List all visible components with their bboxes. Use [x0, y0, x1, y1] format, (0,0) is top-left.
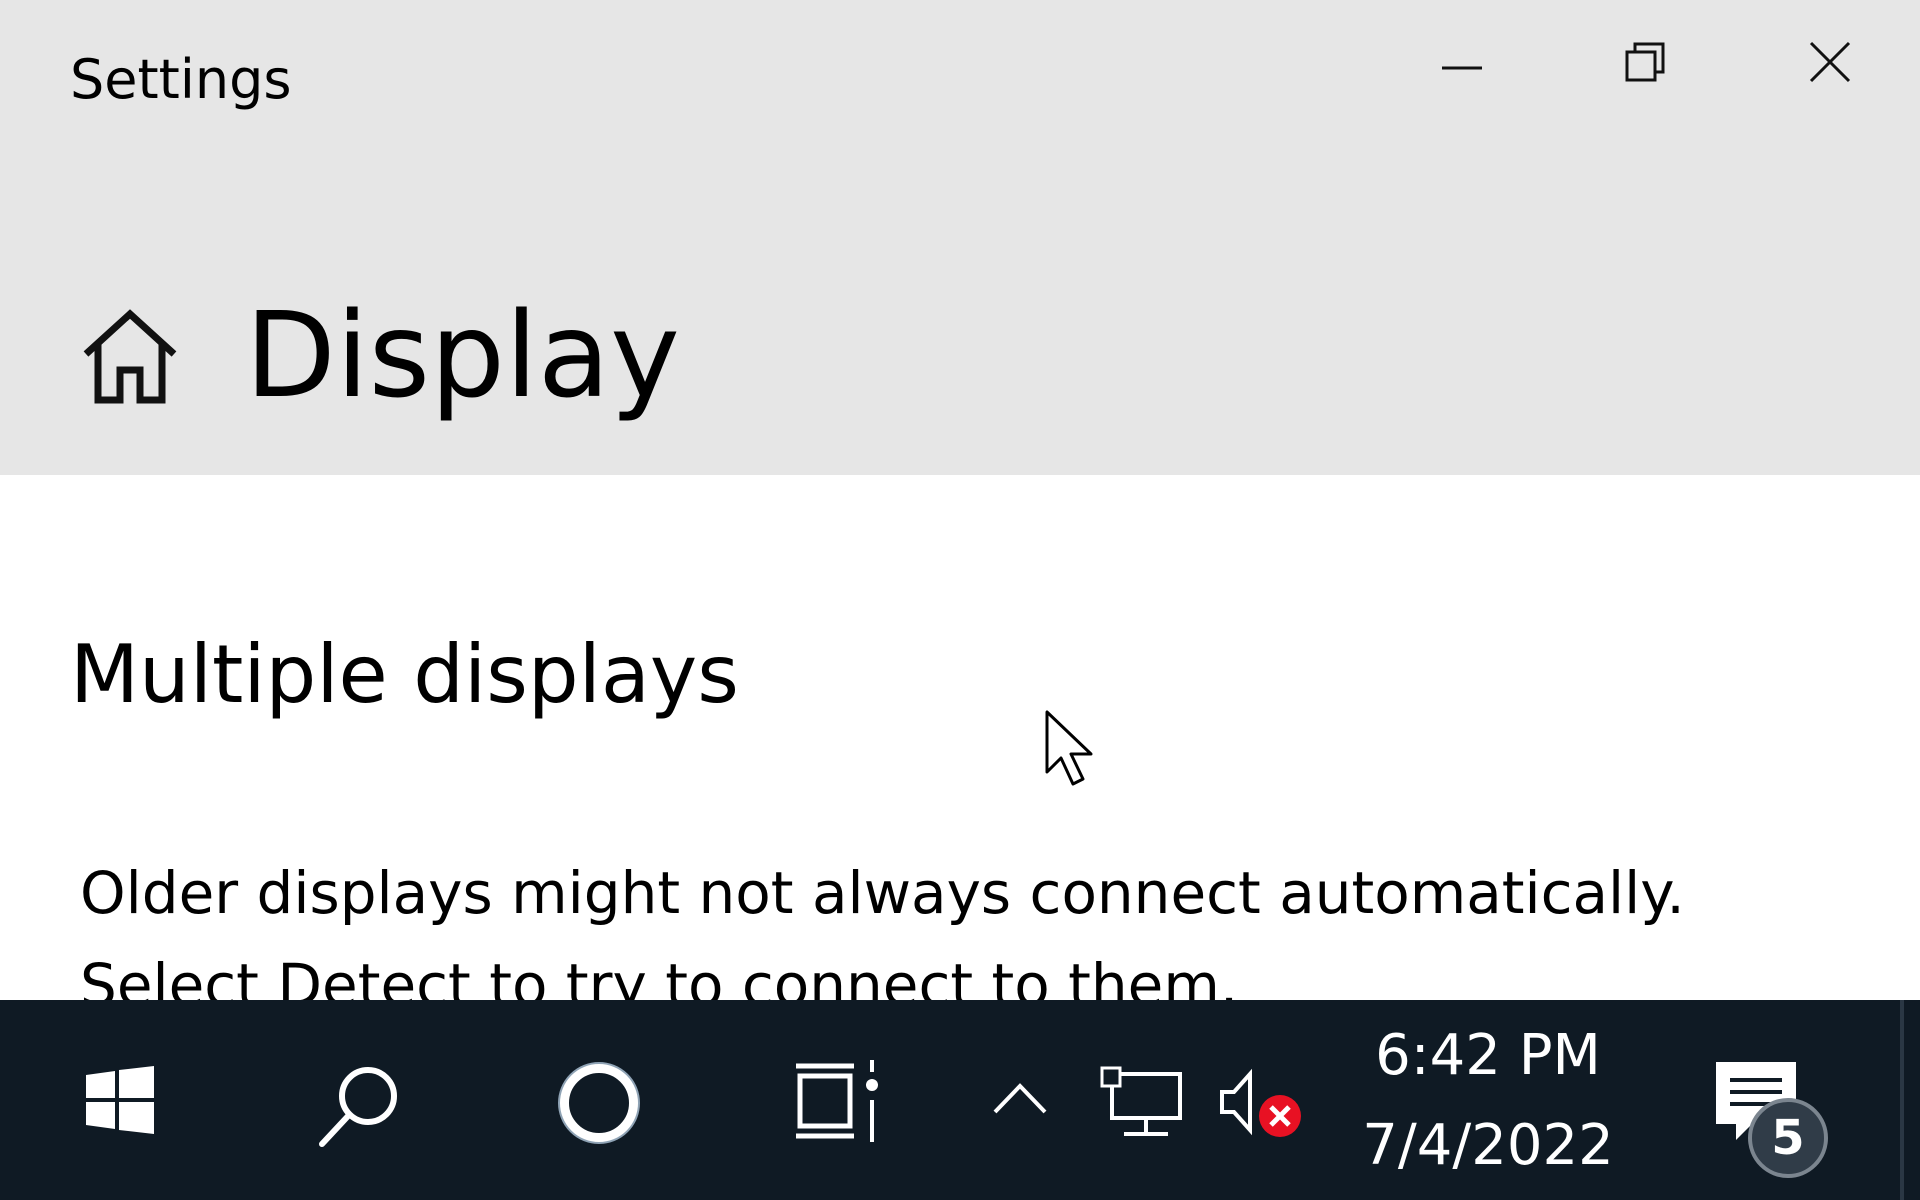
clock-time[interactable]: 6:42 PM [1340, 1022, 1636, 1090]
show-desktop-divider[interactable] [1900, 1000, 1904, 1200]
restore-button[interactable] [1583, 30, 1703, 90]
mouse-cursor-icon [1045, 710, 1093, 786]
page-header: Display [0, 180, 1920, 475]
cortana-icon[interactable] [556, 1060, 642, 1146]
minimize-icon [1442, 66, 1482, 70]
section-description: Older displays might not always connect … [80, 859, 1685, 1000]
task-view-icon[interactable] [796, 1060, 882, 1142]
section-heading: Multiple displays [70, 628, 739, 721]
home-icon[interactable] [80, 308, 180, 408]
close-icon [1809, 41, 1851, 83]
chevron-up-icon[interactable] [992, 1080, 1048, 1116]
content-pane: Multiple displays Older displays might n… [0, 475, 1920, 1000]
network-icon[interactable] [1100, 1066, 1184, 1138]
search-icon[interactable] [316, 1060, 406, 1150]
title-bar: Settings [0, 0, 1920, 180]
notification-count-badge[interactable]: 5 [1748, 1098, 1828, 1178]
windows-start-icon[interactable] [86, 1066, 154, 1134]
close-button[interactable] [1768, 30, 1888, 90]
app-title: Settings [70, 48, 292, 111]
restore-icon [1625, 42, 1665, 82]
page-title: Display [245, 286, 680, 424]
minimize-button[interactable] [1400, 30, 1520, 90]
clock-date[interactable]: 7/4/2022 [1340, 1112, 1636, 1180]
volume-muted-icon[interactable] [1218, 1066, 1306, 1146]
taskbar: 6:42 PM 7/4/2022 5 [0, 1000, 1920, 1200]
